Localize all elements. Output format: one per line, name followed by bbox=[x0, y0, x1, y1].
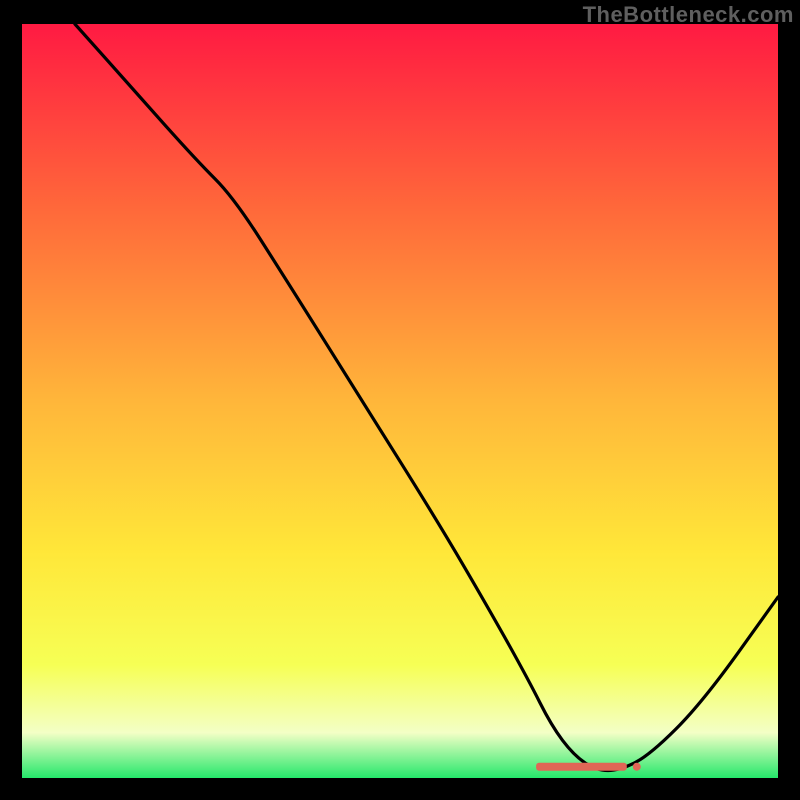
gradient-background bbox=[22, 24, 778, 778]
chart-frame: TheBottleneck.com bbox=[0, 0, 800, 800]
optimum-band bbox=[536, 763, 627, 771]
plot-area bbox=[22, 24, 778, 778]
optimum-end-dot bbox=[633, 763, 641, 771]
chart-svg bbox=[22, 24, 778, 778]
optimum-marker bbox=[536, 763, 641, 771]
watermark-text: TheBottleneck.com bbox=[583, 2, 794, 28]
